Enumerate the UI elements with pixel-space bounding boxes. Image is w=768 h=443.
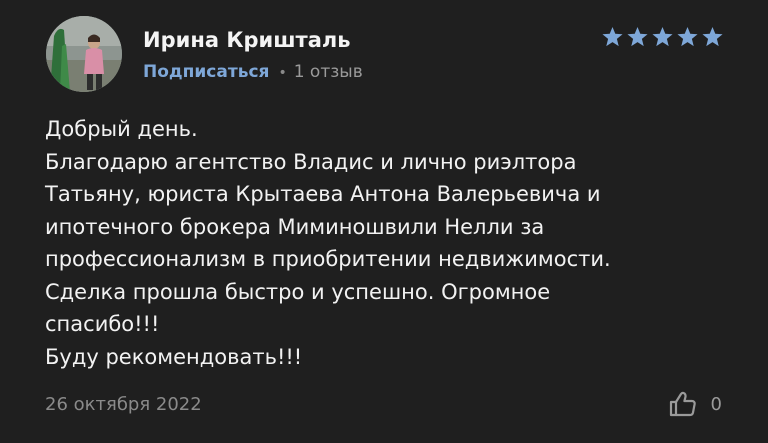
review-text-line: профессионализм в приобритении недвижимо… bbox=[45, 247, 611, 271]
like-control[interactable]: 0 bbox=[669, 391, 722, 417]
review-text: Добрый день. Благодарю агентство Владис … bbox=[45, 113, 735, 373]
star-icon bbox=[602, 26, 623, 47]
avatar-photo bbox=[46, 16, 122, 92]
review-text-line: Сделка прошла быстро и успешно. Огромное bbox=[45, 279, 551, 304]
star-icon bbox=[702, 26, 723, 47]
review-text-line: Благодарю агентство Владис и лично риэлт… bbox=[45, 149, 577, 174]
thumbs-up-icon[interactable] bbox=[669, 391, 697, 417]
author-meta: Подписаться • 1 отзыв bbox=[143, 61, 363, 84]
review-text-line: Татьяну, юриста Крытаева Антона Валерьев… bbox=[45, 182, 601, 206]
review-date: 26 октября 2022 bbox=[45, 394, 202, 415]
reviews-count: 1 отзыв bbox=[293, 62, 363, 82]
likes-count: 0 bbox=[710, 393, 722, 415]
avatar[interactable] bbox=[46, 16, 122, 92]
review-text-line: спасибо!!! bbox=[45, 312, 160, 336]
review-text-line: ипотечного брокера Миминошвили Нелли за bbox=[45, 214, 545, 239]
subscribe-button[interactable]: Подписаться bbox=[143, 62, 269, 82]
review-text-line: Буду рекомендовать!!! bbox=[45, 344, 303, 369]
review-card: Ирина Кришталь Подписаться • 1 отзыв Добры… bbox=[0, 0, 768, 443]
rating-stars bbox=[601, 26, 724, 48]
star-icon bbox=[627, 26, 648, 47]
author-name[interactable]: Ирина Кришталь bbox=[143, 27, 351, 53]
review-text-line: Добрый день. bbox=[45, 117, 198, 141]
star-icon bbox=[652, 26, 673, 47]
star-icon bbox=[677, 26, 698, 47]
separator-dot: • bbox=[278, 65, 287, 81]
